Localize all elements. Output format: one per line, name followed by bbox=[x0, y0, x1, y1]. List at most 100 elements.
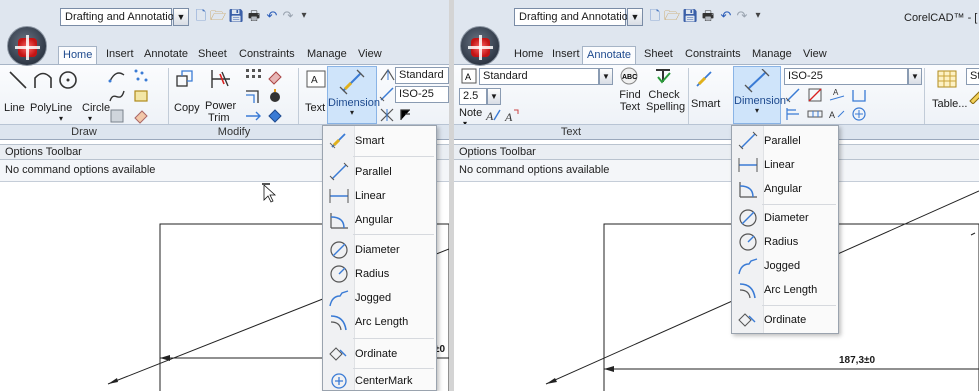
customize-qat-icon[interactable]: ▾ bbox=[296, 8, 312, 24]
menu-item-arc-length[interactable]: Arc Length bbox=[323, 310, 436, 334]
tab-annotate[interactable]: Annotate bbox=[582, 46, 637, 64]
save-icon[interactable]: 💾︎ bbox=[682, 8, 699, 24]
menu-item-diameter[interactable]: Diameter bbox=[323, 238, 436, 262]
tab-insert[interactable]: Insert bbox=[548, 46, 584, 64]
check-spelling-icon[interactable] bbox=[654, 67, 672, 85]
redo-icon[interactable]: ↷ bbox=[280, 8, 296, 24]
dim-style-combo[interactable]: ISO-25 bbox=[395, 86, 449, 103]
find-text-button[interactable]: Find Text bbox=[616, 89, 644, 113]
menu-item-jogged[interactable]: Jogged bbox=[732, 254, 838, 278]
continue-dimension-icon[interactable] bbox=[806, 105, 824, 123]
text-scale-icon[interactable]: A bbox=[502, 106, 520, 124]
tab-view[interactable]: View bbox=[354, 46, 386, 64]
text-edit-icon[interactable]: A bbox=[484, 106, 502, 124]
hatch-icon[interactable] bbox=[108, 107, 126, 125]
undo-icon[interactable]: ↶ bbox=[264, 8, 280, 24]
workspace-dropdown-button[interactable]: ▼ bbox=[173, 8, 189, 26]
menu-item-centermark[interactable]: CenterMark bbox=[323, 369, 436, 391]
save-icon[interactable]: 💾︎ bbox=[228, 8, 245, 24]
chevron-down-icon[interactable]: ▾ bbox=[88, 114, 92, 123]
move-icon[interactable] bbox=[244, 107, 262, 125]
tab-home[interactable]: Home bbox=[510, 46, 547, 64]
array-icon[interactable] bbox=[244, 67, 262, 85]
workspace-dropdown-button[interactable]: ▼ bbox=[627, 8, 643, 26]
table-button[interactable] bbox=[932, 68, 962, 90]
copy-button[interactable] bbox=[172, 68, 198, 90]
print-icon[interactable]: 🖶 bbox=[700, 8, 716, 24]
tab-home[interactable]: Home bbox=[58, 46, 98, 64]
menu-item-parallel[interactable]: Parallel bbox=[323, 160, 436, 184]
open-icon[interactable]: 🗁 bbox=[210, 8, 226, 24]
menu-item-arc-length[interactable]: Arc Length bbox=[732, 278, 838, 302]
text-height-dropdown[interactable]: ▼ bbox=[487, 88, 501, 105]
workspace-select[interactable]: Drafting and Annotation bbox=[60, 8, 180, 26]
power-trim-button[interactable] bbox=[207, 68, 233, 90]
text-style-combo[interactable]: Standard bbox=[479, 68, 599, 85]
leader-icon[interactable] bbox=[396, 105, 414, 123]
open-icon[interactable]: 🗁 bbox=[664, 8, 680, 24]
tab-manage[interactable]: Manage bbox=[303, 46, 351, 64]
app-logo[interactable] bbox=[460, 26, 500, 66]
multileader-icon[interactable] bbox=[378, 105, 396, 123]
dim-style-dropdown[interactable]: ▼ bbox=[908, 68, 922, 85]
text-button[interactable]: A bbox=[304, 68, 328, 90]
dimension-text-icon[interactable]: A bbox=[828, 86, 846, 104]
chevron-down-icon[interactable]: ▾ bbox=[59, 114, 63, 123]
redo-icon[interactable]: ↷ bbox=[734, 8, 750, 24]
baseline-dimension-icon[interactable] bbox=[784, 105, 802, 123]
menu-item-parallel[interactable]: Parallel bbox=[732, 129, 838, 153]
undo-icon[interactable]: ↶ bbox=[718, 8, 734, 24]
dimension-edit-icon[interactable] bbox=[784, 86, 802, 104]
new-document-icon[interactable]: 🗋 bbox=[193, 8, 209, 24]
menu-item-jogged[interactable]: Jogged bbox=[323, 286, 436, 310]
menu-item-radius[interactable]: Radius bbox=[732, 230, 838, 254]
check-spelling-button[interactable]: Check Spelling bbox=[646, 89, 685, 113]
dimension-button[interactable]: Dimension ▾ bbox=[733, 66, 786, 124]
tab-insert[interactable]: Insert bbox=[102, 46, 138, 64]
arc-icon[interactable] bbox=[108, 67, 126, 85]
menu-item-ordinate[interactable]: Ordinate bbox=[732, 308, 838, 332]
tab-sheet[interactable]: Sheet bbox=[640, 46, 677, 64]
center-mark-icon[interactable] bbox=[850, 105, 868, 123]
app-logo[interactable] bbox=[7, 26, 47, 66]
text-style-combo[interactable]: Standard bbox=[395, 67, 449, 84]
line-button[interactable] bbox=[6, 69, 30, 91]
menu-item-angular[interactable]: Angular bbox=[732, 177, 838, 201]
oblique-dimension-icon[interactable]: A bbox=[828, 105, 846, 123]
smart-dimension-button[interactable] bbox=[690, 68, 718, 90]
dimension-space-icon[interactable] bbox=[850, 86, 868, 104]
tab-constraints[interactable]: Constraints bbox=[681, 46, 745, 64]
text-height-combo[interactable]: 2.5 bbox=[459, 88, 487, 105]
erase-icon[interactable] bbox=[266, 67, 284, 85]
menu-item-ordinate[interactable]: Ordinate bbox=[323, 342, 436, 366]
dimension-break-icon[interactable] bbox=[806, 86, 824, 104]
menu-item-angular[interactable]: Angular bbox=[323, 208, 436, 232]
eraser-icon[interactable] bbox=[132, 107, 150, 125]
menu-item-smart[interactable]: Smart bbox=[323, 129, 436, 153]
print-icon[interactable]: 🖶 bbox=[246, 8, 262, 24]
dimension-button[interactable]: Dimension ▾ bbox=[327, 66, 380, 124]
offset-icon[interactable] bbox=[244, 87, 262, 105]
polyline-button[interactable] bbox=[31, 69, 55, 91]
rectangle-icon[interactable] bbox=[132, 87, 150, 105]
new-document-icon[interactable]: 🗋 bbox=[647, 8, 663, 24]
explode-icon[interactable] bbox=[266, 87, 284, 105]
text-style-dropdown[interactable]: ▼ bbox=[599, 68, 613, 85]
tab-sheet[interactable]: Sheet bbox=[194, 46, 231, 64]
abc-spell-icon[interactable]: ABC bbox=[620, 67, 638, 85]
table-style-combo[interactable]: Stand bbox=[966, 68, 979, 85]
dim-style-combo[interactable]: ISO-25 bbox=[784, 68, 908, 85]
tab-manage[interactable]: Manage bbox=[748, 46, 796, 64]
customize-qat-icon[interactable]: ▾ bbox=[750, 8, 766, 24]
table-edit-icon[interactable] bbox=[967, 86, 979, 104]
tab-constraints[interactable]: Constraints bbox=[235, 46, 299, 64]
properties-icon[interactable] bbox=[266, 107, 284, 125]
workspace-select[interactable]: Drafting and Annotation bbox=[514, 8, 634, 26]
menu-item-linear[interactable]: Linear bbox=[732, 153, 838, 177]
tab-annotate[interactable]: Annotate bbox=[140, 46, 192, 64]
menu-item-linear[interactable]: Linear bbox=[323, 184, 436, 208]
circle-button[interactable] bbox=[56, 69, 80, 91]
drawing-canvas[interactable]: 187,3±0 bbox=[454, 183, 979, 391]
point-icon[interactable] bbox=[132, 67, 150, 85]
menu-item-radius[interactable]: Radius bbox=[323, 262, 436, 286]
